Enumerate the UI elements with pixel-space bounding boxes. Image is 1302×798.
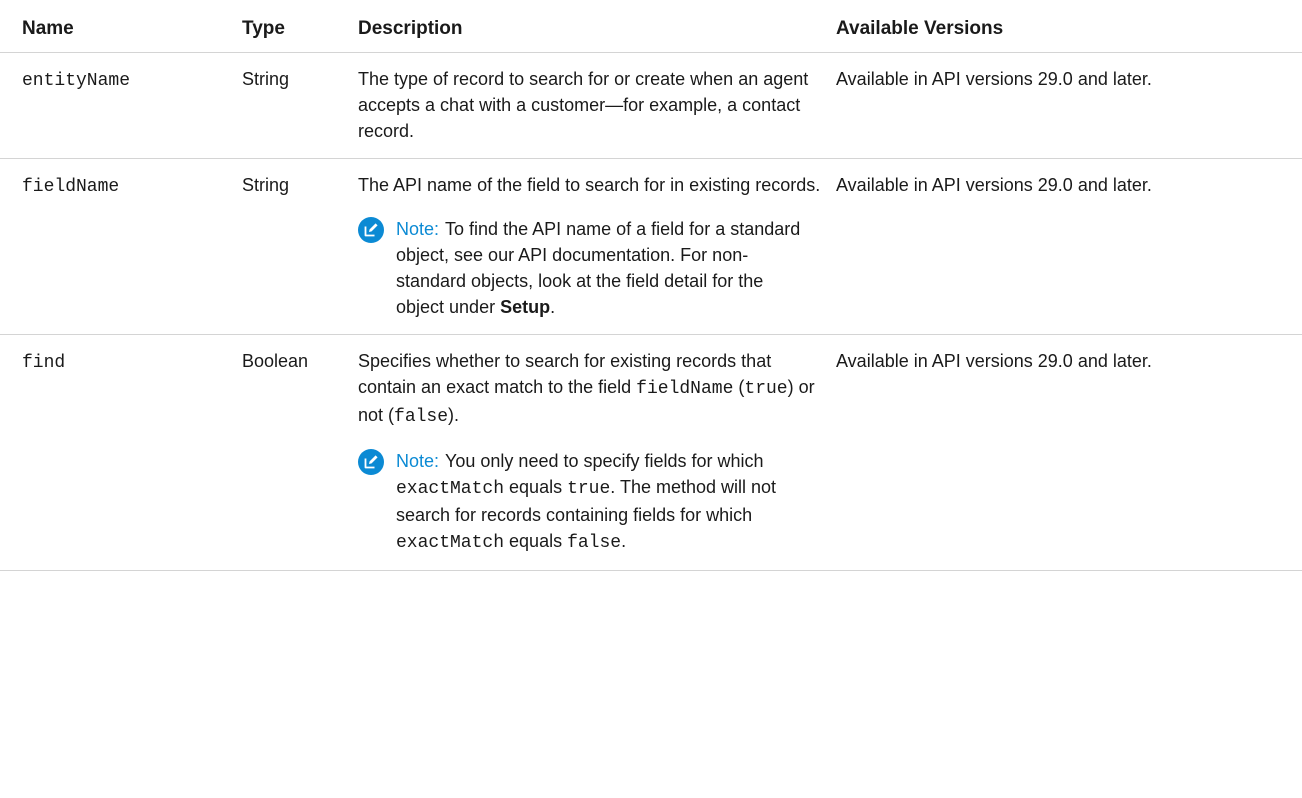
note-label: Note: [396,219,440,239]
note-box: Note: You only need to specify fields for… [358,448,821,556]
field-versions: Available in API versions 29.0 and later… [836,351,1152,371]
note-box: Note: To find the API name of a field for… [358,216,821,320]
code-false: false [394,407,449,427]
field-description: Specifies whether to search for existing… [358,348,821,430]
note-text: equals [504,531,568,551]
header-type: Type [220,0,344,53]
note-text: . [621,531,627,551]
note-text: You only need to specify fields for whic… [445,451,764,471]
field-name: fieldName [22,177,120,197]
note-text: equals [504,477,568,497]
field-type: String [242,175,290,195]
table-header-row: Name Type Description Available Versions [0,0,1302,53]
header-name: Name [0,0,220,53]
field-name: entityName [22,71,131,91]
field-type: Boolean [242,351,309,371]
desc-text: ( [733,377,745,397]
note-edit-icon [358,217,384,243]
field-description: The type of record to search for or crea… [358,69,809,141]
desc-text: ). [448,405,460,425]
code-exactmatch: exactMatch [396,479,505,499]
note-text: To find the API name of a field for a st… [396,219,801,317]
setup-term: Setup [500,297,551,317]
field-description: The API name of the field to search for … [358,175,821,195]
api-fields-table: Name Type Description Available Versions… [0,0,1302,571]
field-type: String [242,69,290,89]
header-description: Description [344,0,831,53]
note-label: Note: [396,451,440,471]
note-edit-icon [358,449,384,475]
field-versions: Available in API versions 29.0 and later… [836,175,1152,195]
note-text-end: . [550,297,556,317]
table-row: entityName String The type of record to … [0,52,1302,159]
field-name: find [22,353,66,373]
field-versions: Available in API versions 29.0 and later… [836,69,1152,89]
code-true: true [744,379,788,399]
code-false: false [567,533,622,553]
code-fieldname: fieldName [636,379,734,399]
code-exactmatch: exactMatch [396,533,505,553]
table-row: find Boolean Specifies whether to search… [0,334,1302,571]
table-row: fieldName String The API name of the fie… [0,158,1302,335]
header-available-versions: Available Versions [831,0,1302,53]
code-true: true [567,479,611,499]
